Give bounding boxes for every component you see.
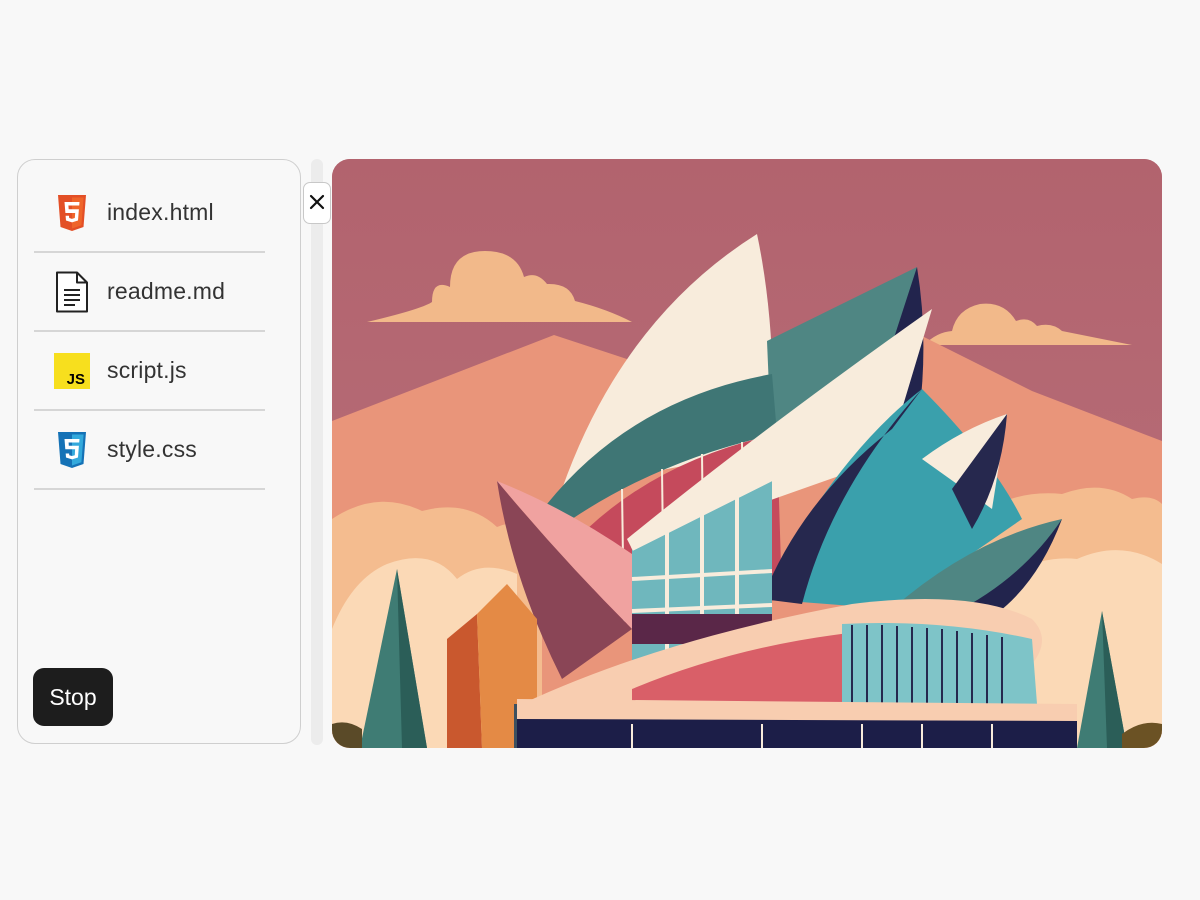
- file-item-index-html[interactable]: index.html: [34, 174, 265, 253]
- file-sidebar: index.html readme.md JS script.js style.…: [17, 159, 301, 744]
- opera-house-illustration: [332, 159, 1162, 748]
- app-root: index.html readme.md JS script.js style.…: [0, 0, 1200, 900]
- file-item-script-js[interactable]: JS script.js: [34, 332, 265, 411]
- file-label: script.js: [107, 357, 187, 383]
- file-list: index.html readme.md JS script.js style.…: [34, 174, 265, 490]
- document-icon: [54, 271, 90, 312]
- resize-handle[interactable]: [311, 159, 323, 745]
- close-button[interactable]: [303, 182, 331, 224]
- javascript-icon: JS: [54, 351, 90, 391]
- file-item-style-css[interactable]: style.css: [34, 411, 265, 490]
- css3-icon: [54, 430, 90, 470]
- html5-icon: [54, 193, 90, 233]
- stop-button[interactable]: Stop: [33, 668, 113, 726]
- file-label: style.css: [107, 436, 197, 462]
- file-label: readme.md: [107, 278, 226, 304]
- preview-panel: [332, 159, 1162, 748]
- close-icon: [309, 194, 325, 213]
- file-item-readme-md[interactable]: readme.md: [34, 253, 265, 332]
- file-label: index.html: [107, 199, 214, 225]
- svg-text:JS: JS: [67, 371, 85, 388]
